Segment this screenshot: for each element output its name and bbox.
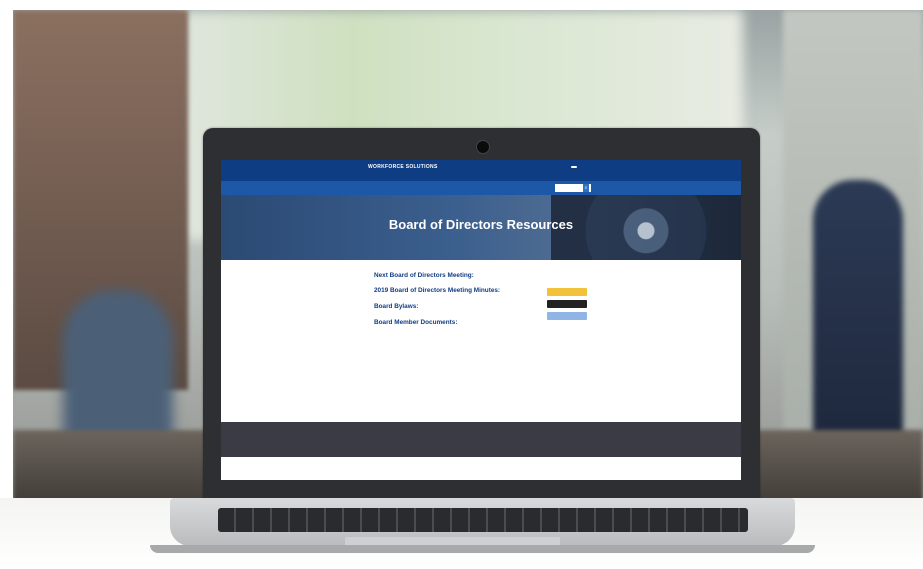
partner-logo[interactable] <box>547 288 587 296</box>
site-topbar: WORKFORCE SOLUTIONS <box>221 160 741 181</box>
bylaws-heading: Board Bylaws: <box>374 303 419 310</box>
laptop-screen: WORKFORCE SOLUTIONS ⌕ Board of Directors… <box>221 160 741 480</box>
hero-banner: Board of Directors Resources <box>221 195 741 260</box>
search-icon[interactable]: ⌕ <box>583 184 589 192</box>
documents-heading: Board Member Documents: <box>374 319 458 326</box>
partner-logo[interactable] <box>547 312 587 320</box>
content-column: Next Board of Directors Meeting: 2019 Bo… <box>374 272 534 328</box>
main-content: Next Board of Directors Meeting: 2019 Bo… <box>221 260 741 415</box>
site-nav: ⌕ <box>221 181 741 195</box>
sidebar <box>547 272 607 332</box>
logo-title: WORKFORCE SOLUTIONS <box>368 164 438 170</box>
site-footer <box>221 422 741 457</box>
partner-logo[interactable] <box>547 324 587 332</box>
blurred-person-left <box>63 290 173 450</box>
site-logo[interactable]: WORKFORCE SOLUTIONS <box>368 164 438 170</box>
translate-button[interactable] <box>571 166 577 168</box>
partner-logo[interactable] <box>547 300 587 308</box>
webcam-icon <box>476 140 490 154</box>
laptop-keyboard <box>218 508 748 532</box>
laptop-base-lip <box>150 545 815 553</box>
page-title: Board of Directors Resources <box>388 217 574 232</box>
next-meeting-heading: Next Board of Directors Meeting: <box>374 272 474 279</box>
minutes-heading: 2019 Board of Directors Meeting Minutes: <box>374 287 501 294</box>
